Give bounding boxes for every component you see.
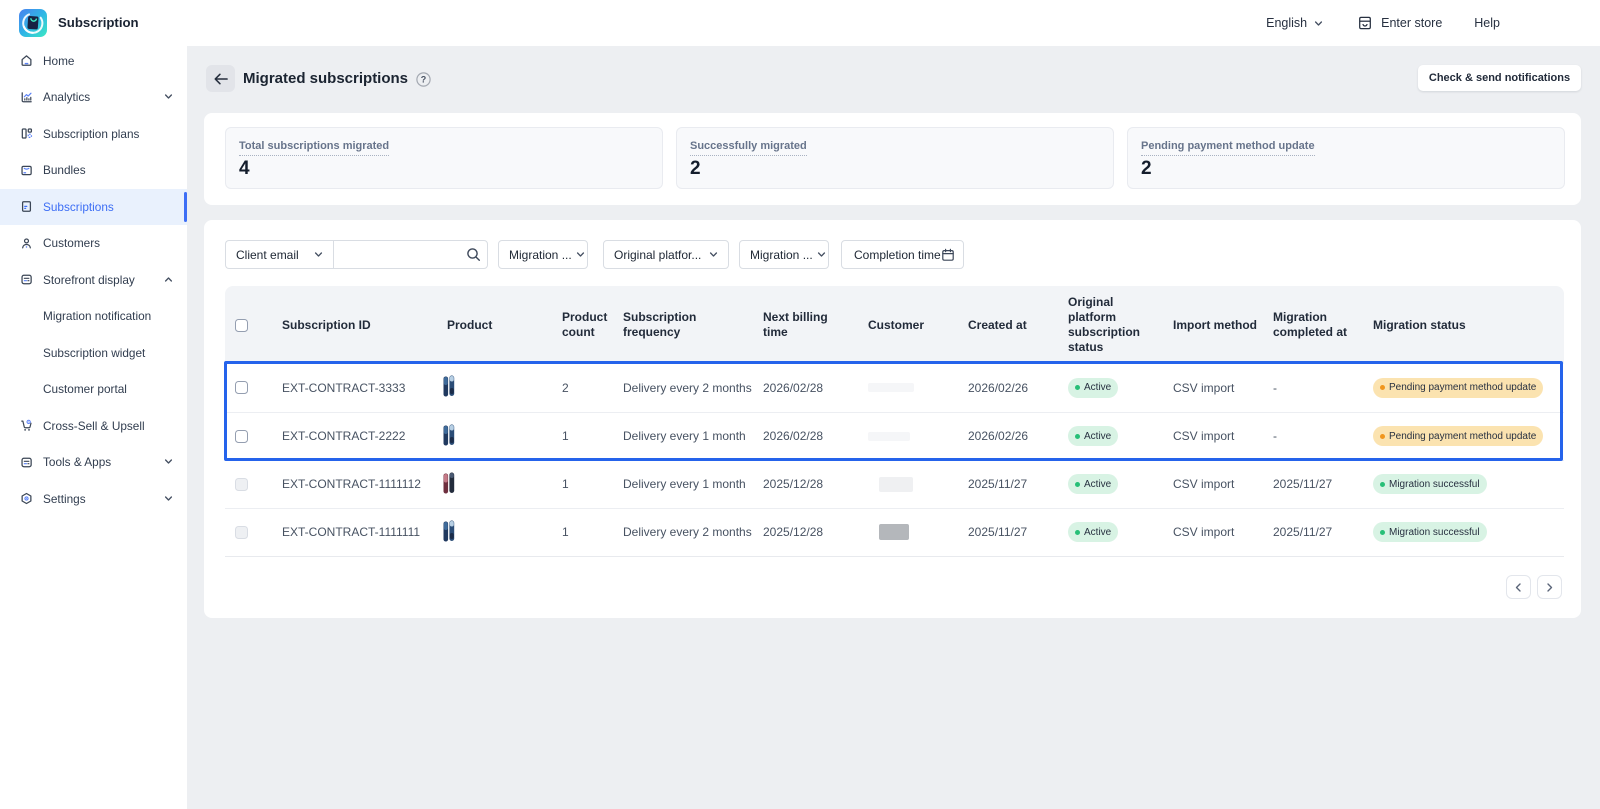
svg-text:?: ? <box>421 74 427 84</box>
